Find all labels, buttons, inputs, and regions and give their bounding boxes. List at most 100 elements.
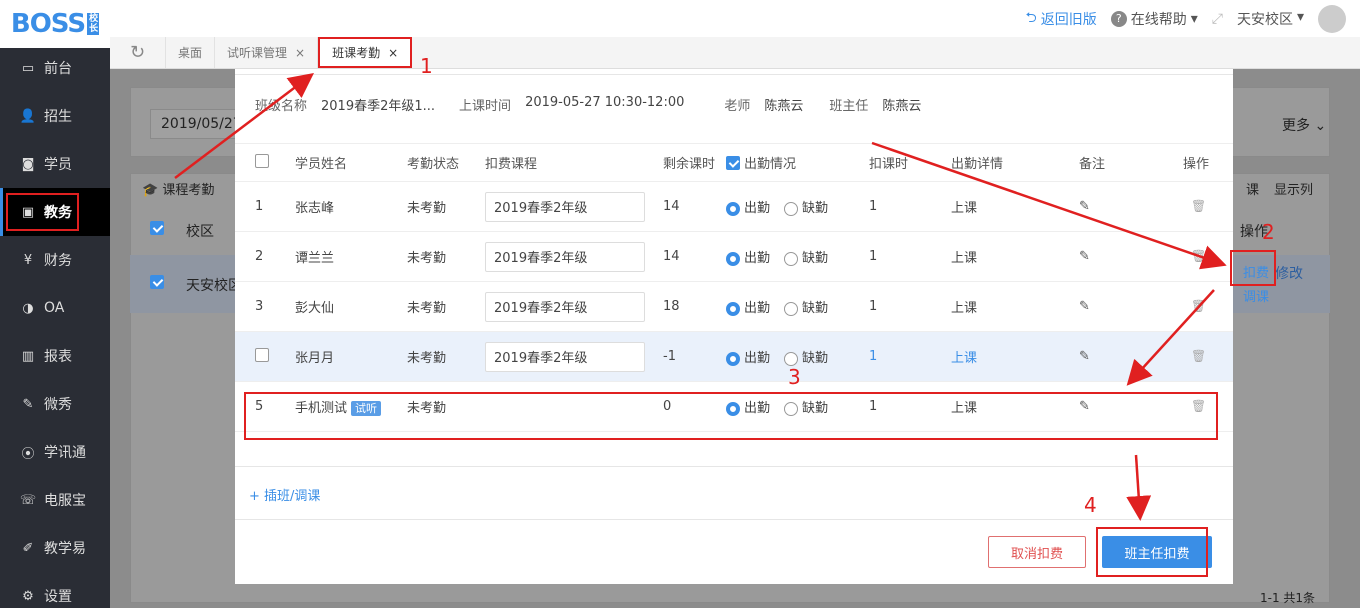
bg-row-checkbox[interactable]: [150, 275, 164, 293]
edit-icon[interactable]: ✎: [1079, 249, 1090, 264]
sidebar-item-9[interactable]: ☏ 电服宝: [0, 476, 110, 524]
online-help-link[interactable]: ? 在线帮助 ▾: [1110, 9, 1198, 29]
trash-icon[interactable]: 🗑: [1191, 249, 1206, 263]
show-columns-button[interactable]: 显示列: [1274, 179, 1313, 198]
back-old-version-link[interactable]: ⮌ 返回旧版: [1026, 7, 1097, 31]
header-remain: 剩余课时: [663, 157, 716, 172]
tab-trial-course[interactable]: 试听课管理 ×: [215, 37, 319, 68]
teacher-name: 陈燕云: [764, 99, 804, 114]
school-selector[interactable]: 天安校区 ▾: [1237, 9, 1304, 29]
table-row[interactable]: 1 张志峰 未考勤 2019春季2年级 14 出勤 缺勤 1 上课 ✎ 🗑: [235, 181, 1233, 231]
chart-icon: ▥: [21, 348, 35, 364]
student-name: 谭兰兰: [295, 251, 335, 266]
student-name: 彭大仙: [295, 301, 335, 316]
undo-icon: ⮌: [1025, 9, 1037, 26]
present-radio[interactable]: 出勤: [726, 197, 770, 216]
absent-radio[interactable]: 缺勤: [784, 347, 828, 366]
course-select[interactable]: 2019春季2年级: [485, 241, 645, 272]
show-icon: ✎: [22, 396, 34, 412]
boss-logo[interactable]: BOSS 校长: [0, 0, 110, 48]
gear-icon: ⚙: [22, 588, 34, 604]
tab-class-attendance[interactable]: 班课考勤 ×: [318, 37, 413, 68]
absent-radio[interactable]: 缺勤: [784, 247, 828, 266]
sidebar-item-7[interactable]: ✎ 微秀: [0, 380, 110, 428]
absent-radio[interactable]: 缺勤: [784, 297, 828, 316]
fullscreen-icon[interactable]: ⤢: [1212, 11, 1223, 27]
sidebar-item-1[interactable]: 👤 招生: [0, 92, 110, 140]
attendance-status: 未考勤: [407, 351, 447, 366]
sidebar-item-5[interactable]: ◑ OA: [0, 284, 110, 332]
more-button[interactable]: 更多 ⌄: [1282, 115, 1326, 135]
sidebar-item-6[interactable]: ▥ 报表: [0, 332, 110, 380]
attendance-status: 未考勤: [407, 251, 447, 266]
deduct-hours: 1: [869, 299, 878, 314]
chevron-down-icon: ▾: [1296, 8, 1304, 25]
add-transfer-link[interactable]: + 插班/调课: [249, 485, 320, 504]
edit-icon[interactable]: ✎: [1079, 299, 1090, 314]
select-all-checkbox[interactable]: [255, 153, 269, 168]
refresh-icon[interactable]: ↻: [110, 37, 166, 68]
absent-radio[interactable]: 缺勤: [784, 197, 828, 216]
remaining-hours: 14: [663, 249, 680, 264]
header-attendance: 出勤情况: [744, 157, 797, 172]
tab-desktop[interactable]: 桌面: [166, 37, 216, 68]
attendance-detail[interactable]: 上课: [951, 297, 1061, 316]
attendance-detail[interactable]: 上课: [951, 247, 1061, 266]
table-row[interactable]: 2 谭兰兰 未考勤 2019春季2年级 14 出勤 缺勤 1 上课 ✎ 🗑: [235, 231, 1233, 281]
close-icon[interactable]: ×: [388, 46, 398, 60]
sidebar-item-11[interactable]: ⚙ 设置: [0, 572, 110, 608]
cancel-deduct-button[interactable]: 取消扣费: [988, 536, 1086, 568]
deduct-hours: 1: [869, 249, 878, 264]
course-value: 2019春季2年级: [494, 201, 588, 216]
bg-row-edit[interactable]: 修改: [1275, 263, 1303, 283]
oa-icon: ◑: [22, 300, 34, 316]
head-teacher-name: 陈燕云: [882, 99, 922, 114]
sidebar-item-label: 招生: [44, 109, 72, 125]
annotation-box-row: [244, 392, 1218, 440]
remaining-hours: 14: [663, 199, 680, 214]
sidebar-item-label: OA: [44, 300, 65, 316]
trash-icon[interactable]: 🗑: [1191, 199, 1206, 213]
row-number: 3: [255, 299, 264, 314]
row-checkbox[interactable]: [255, 347, 269, 362]
edit-icon[interactable]: ✎: [1079, 349, 1090, 364]
sidebar-item-10[interactable]: ✐ 教学易: [0, 524, 110, 572]
attendance-detail[interactable]: 上课: [951, 347, 1061, 366]
deduct-hours: 1: [869, 199, 878, 214]
sidebar-item-0[interactable]: ▭ 前台: [0, 44, 110, 92]
course-select[interactable]: 2019春季2年级: [485, 291, 645, 322]
att-col: 课: [1246, 183, 1260, 198]
sidebar-item-label: 学员: [44, 157, 72, 173]
course-select[interactable]: 2019春季2年级: [485, 191, 645, 222]
remaining-hours: 18: [663, 299, 680, 314]
row-number: 2: [255, 249, 264, 264]
bg-header-checkbox[interactable]: [150, 221, 164, 239]
monitor-icon: ▭: [21, 60, 35, 76]
sidebar-item-2[interactable]: ◙ 学员: [0, 140, 110, 188]
course-value: 2019春季2年级: [494, 301, 588, 316]
present-radio[interactable]: 出勤: [726, 247, 770, 266]
trash-icon[interactable]: 🗑: [1191, 349, 1206, 363]
close-icon[interactable]: ×: [295, 46, 305, 60]
course-value: 2019春季2年级: [494, 351, 588, 366]
trash-icon[interactable]: 🗑: [1191, 299, 1206, 313]
present-radio[interactable]: 出勤: [726, 297, 770, 316]
table-row[interactable]: 张月月 未考勤 2019春季2年级 -1 出勤 缺勤 1 上课 ✎ 🗑: [235, 331, 1233, 381]
sidebar-item-4[interactable]: ¥ 财务: [0, 236, 110, 284]
table-header: 学员姓名 考勤状态 扣费课程 剩余课时 出勤情况 扣课时 出勤详情 备注 操作: [235, 143, 1233, 181]
edit-icon[interactable]: ✎: [1079, 199, 1090, 214]
row-number: 1: [255, 199, 264, 214]
present-radio[interactable]: 出勤: [726, 347, 770, 366]
adjust-link[interactable]: 调课: [1243, 286, 1269, 305]
avatar[interactable]: [1318, 4, 1346, 33]
annotation-box-nav: [6, 193, 79, 231]
bg-row-campus: 天安校区: [186, 278, 242, 294]
course-select[interactable]: 2019春季2年级: [485, 341, 645, 372]
annotation-number-1: 1: [420, 54, 433, 78]
table-row[interactable]: 3 彭大仙 未考勤 2019春季2年级 18 出勤 缺勤 1 上课 ✎ 🗑: [235, 281, 1233, 331]
bg-col-campus: 校区: [186, 224, 214, 240]
sidebar-item-8[interactable]: ⦿ 学讯通: [0, 428, 110, 476]
finance-icon: ¥: [23, 252, 33, 268]
attendance-all-checkbox[interactable]: [726, 155, 740, 170]
attendance-detail[interactable]: 上课: [951, 197, 1061, 216]
